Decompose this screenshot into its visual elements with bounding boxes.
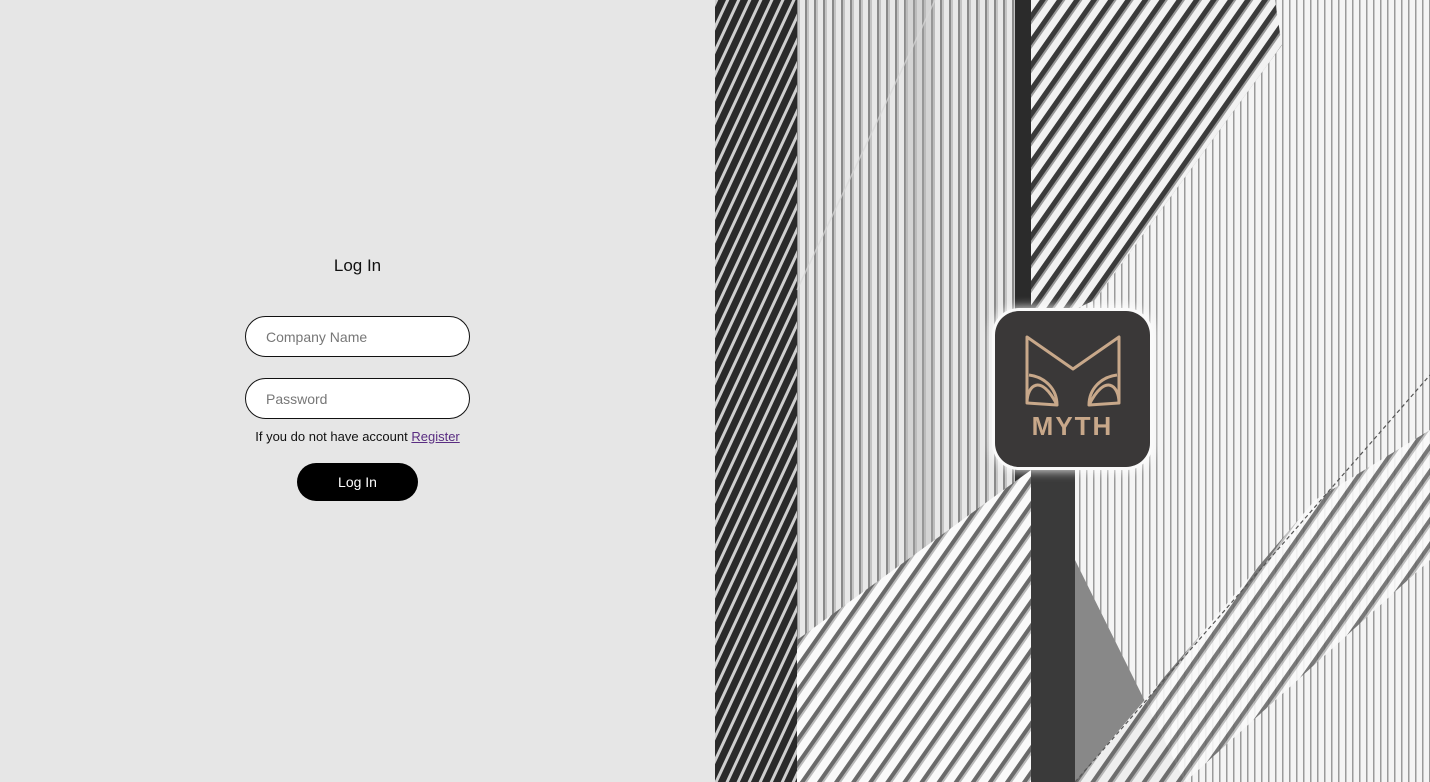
login-button[interactable]: Log In [297,463,418,501]
brand-name: MYTH [1031,411,1114,441]
login-panel: Log In If you do not have account Regist… [0,0,715,782]
myth-emblem-icon [1025,335,1121,407]
company-name-field[interactable] [245,316,470,357]
password-input[interactable] [246,379,469,418]
register-prompt: If you do not have account Register [0,429,715,444]
register-link[interactable]: Register [411,429,459,444]
myth-logo: MYTH [995,311,1150,467]
password-field[interactable] [245,378,470,419]
company-name-input[interactable] [246,317,469,356]
register-prompt-text: If you do not have account [255,429,412,444]
page-title: Log In [333,256,382,275]
